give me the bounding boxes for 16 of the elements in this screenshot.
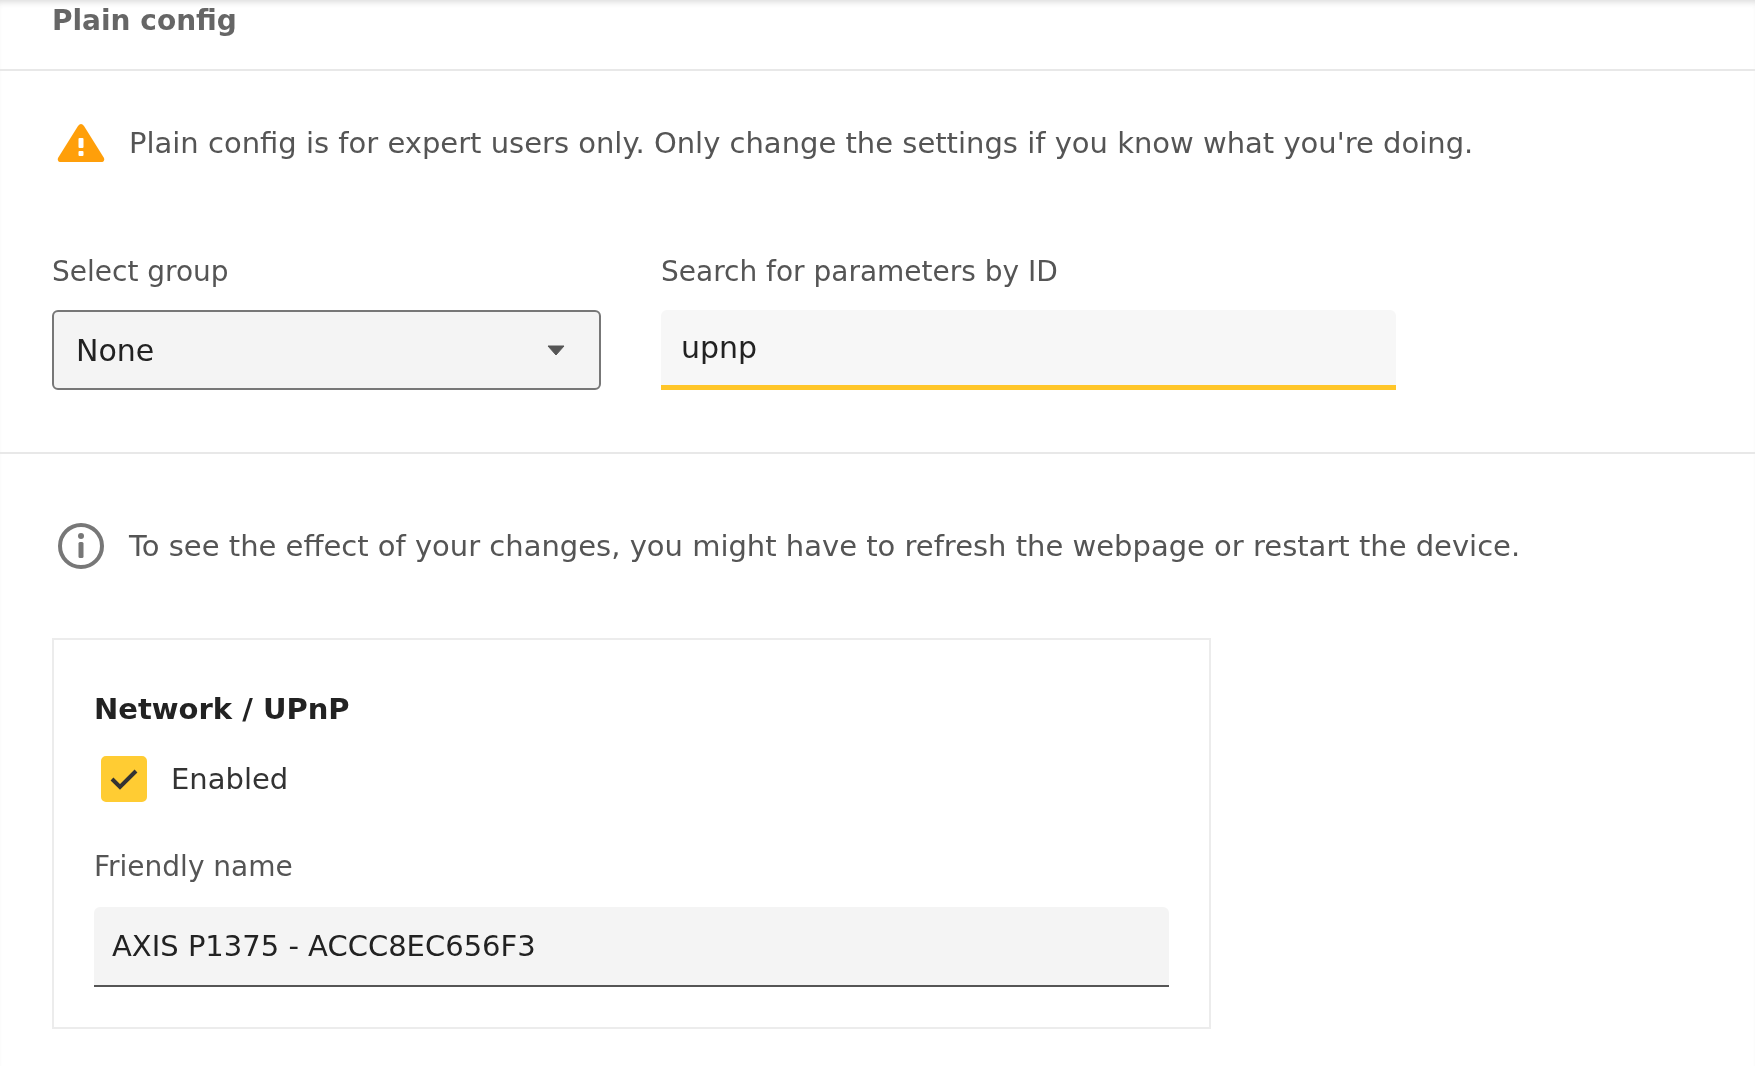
checkbox-label: Enabled (171, 762, 289, 796)
group-dropdown[interactable]: None (52, 310, 601, 390)
info-icon (57, 522, 105, 570)
info-message: To see the effect of your changes, you might have to refresh the webpage or restart the device. (129, 529, 1521, 563)
warning-message: Plain config is for expert users only. Only change the settings if you know what you're doing. (129, 126, 1474, 160)
page-title: Plain config (52, 4, 237, 37)
warning-icon (57, 123, 105, 163)
field-label: Search for parameters by ID (661, 255, 1059, 288)
field-label: Select group (52, 255, 230, 288)
text-field[interactable]: AXIS P1375 - ACCC8EC656F3 (94, 907, 1169, 987)
section-title: Network / UPnP (94, 692, 351, 726)
search-field[interactable]: upnp (661, 310, 1396, 390)
caret-icon (547, 344, 565, 356)
checkbox[interactable] (101, 756, 147, 802)
check-icon (109, 767, 139, 791)
field-label: Friendly name (94, 850, 294, 883)
